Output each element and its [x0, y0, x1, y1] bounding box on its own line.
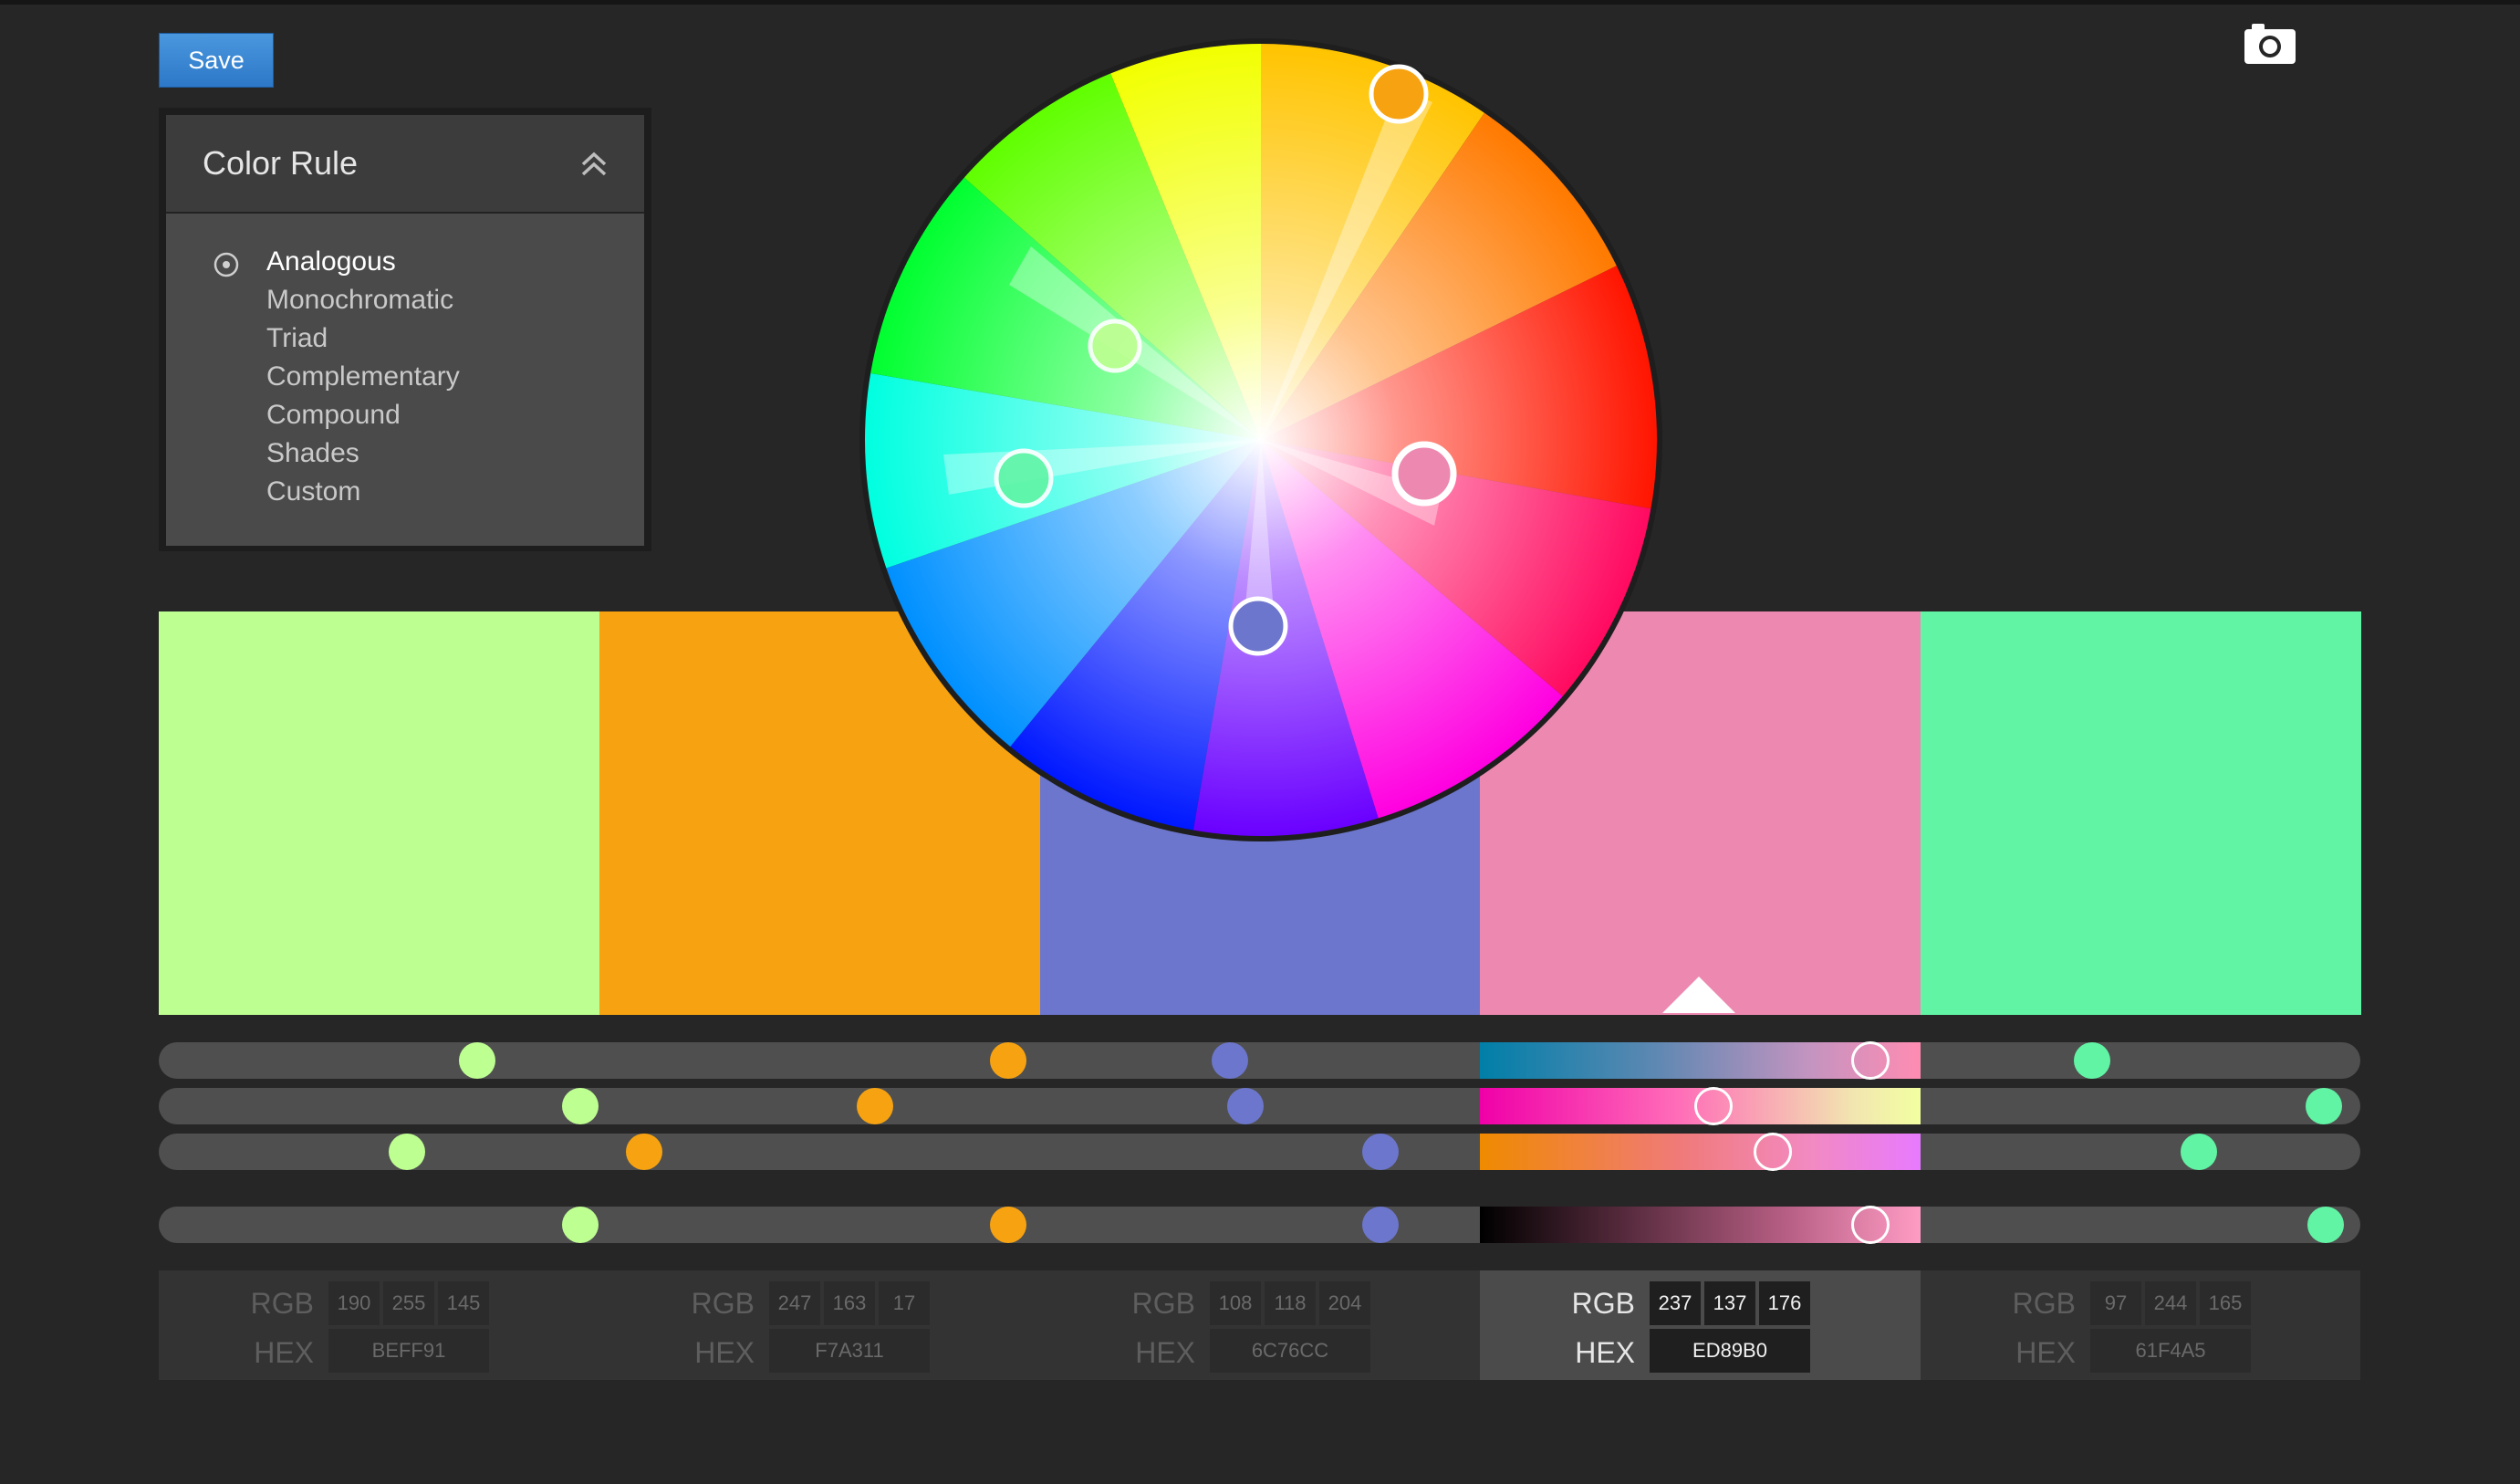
camera-icon[interactable]: [2243, 22, 2297, 66]
top-border: [0, 0, 2520, 5]
slider-handle[interactable]: [1754, 1133, 1792, 1171]
color-rule-title: Color Rule: [203, 144, 359, 182]
hex-label: HEX: [2015, 1336, 2076, 1369]
hex-label: HEX: [1135, 1336, 1195, 1369]
slider-handle[interactable]: [2181, 1134, 2217, 1170]
rgb-label: RGB: [691, 1287, 755, 1320]
color-rule-panel: Color Rule Analogous Monochromatic Triad…: [159, 108, 651, 551]
hex-field[interactable]: ED89B0: [1650, 1329, 1810, 1373]
hex-label: HEX: [694, 1336, 755, 1369]
red-field[interactable]: 190: [328, 1281, 380, 1325]
slider-handle[interactable]: [562, 1088, 599, 1124]
green-field[interactable]: 255: [383, 1281, 434, 1325]
slider-handle[interactable]: [1851, 1041, 1890, 1080]
hex-label: HEX: [254, 1336, 314, 1369]
blue-field[interactable]: 17: [879, 1281, 930, 1325]
rgb-label: RGB: [1131, 1287, 1195, 1320]
hex-field[interactable]: BEFF91: [328, 1329, 489, 1373]
color-swatch[interactable]: [159, 611, 599, 1015]
slider-handle[interactable]: [2306, 1088, 2342, 1124]
slider-handle[interactable]: [857, 1088, 893, 1124]
color-rule-header: Color Rule: [166, 115, 644, 214]
rule-option-label: Shades: [266, 438, 359, 468]
color-values-selected: RGB 237 137 176 HEX ED89B0: [1480, 1270, 1921, 1380]
hex-field[interactable]: F7A311: [769, 1329, 930, 1373]
color-swatch[interactable]: [1921, 611, 2361, 1015]
rule-option-triad[interactable]: Triad: [166, 319, 644, 358]
rule-option-compound[interactable]: Compound: [166, 396, 644, 434]
slider-handle[interactable]: [626, 1134, 662, 1170]
rule-option-label: Complementary: [266, 361, 460, 392]
rule-option-label: Triad: [266, 323, 328, 353]
slider-handle[interactable]: [1362, 1134, 1399, 1170]
slider-handle[interactable]: [990, 1207, 1026, 1243]
value-slider[interactable]: [159, 1207, 2360, 1243]
color-values: RGB 108 118 204 HEX 6C76CC: [1040, 1270, 1481, 1380]
chevron-double-up-icon[interactable]: [578, 148, 609, 179]
rgb-label: RGB: [250, 1287, 314, 1320]
blue-field[interactable]: 204: [1319, 1281, 1370, 1325]
rule-option-label: Analogous: [266, 246, 396, 277]
blue-field[interactable]: 145: [438, 1281, 489, 1325]
slider-handle[interactable]: [990, 1042, 1026, 1079]
radio-selected-icon: [213, 250, 239, 277]
slider-handle[interactable]: [1362, 1207, 1399, 1243]
slider-handle[interactable]: [562, 1207, 599, 1243]
green-field[interactable]: 244: [2145, 1281, 2196, 1325]
green-field[interactable]: 137: [1704, 1281, 1755, 1325]
rule-option-analogous[interactable]: Analogous: [166, 243, 644, 281]
blue-field[interactable]: 165: [2200, 1281, 2251, 1325]
rule-option-shades[interactable]: Shades: [166, 434, 644, 473]
slider-handle[interactable]: [1212, 1042, 1248, 1079]
rule-option-label: Custom: [266, 476, 361, 507]
brightness-gradient: [1480, 1134, 1921, 1170]
red-field[interactable]: 247: [769, 1281, 820, 1325]
hex-label: HEX: [1575, 1336, 1635, 1369]
rule-option-label: Compound: [266, 400, 401, 430]
red-field[interactable]: 108: [1210, 1281, 1261, 1325]
red-field[interactable]: 237: [1650, 1281, 1701, 1325]
color-values: RGB 97 244 165 HEX 61F4A5: [1921, 1270, 2361, 1380]
slider-handle[interactable]: [459, 1042, 495, 1079]
rule-option-label: Monochromatic: [266, 285, 454, 315]
slider-handle[interactable]: [1694, 1087, 1733, 1125]
rule-option-custom[interactable]: Custom: [166, 473, 644, 511]
brightness-slider[interactable]: [159, 1134, 2360, 1170]
rgb-label: RGB: [2012, 1287, 2076, 1320]
green-field[interactable]: 118: [1265, 1281, 1316, 1325]
selected-swatch-indicator: [1662, 977, 1735, 1013]
color-values: RGB 247 163 17 HEX F7A311: [599, 1270, 1040, 1380]
hex-field[interactable]: 6C76CC: [1210, 1329, 1370, 1373]
green-field[interactable]: 163: [824, 1281, 875, 1325]
red-field[interactable]: 97: [2090, 1281, 2141, 1325]
color-values-bar: RGB 190 255 145 HEX BEFF91 RGB 247 163 1…: [159, 1270, 2360, 1380]
slider-handle[interactable]: [389, 1134, 425, 1170]
rule-option-complementary[interactable]: Complementary: [166, 358, 644, 396]
rule-option-monochromatic[interactable]: Monochromatic: [166, 281, 644, 319]
color-values: RGB 190 255 145 HEX BEFF91: [159, 1270, 599, 1380]
slider-handle[interactable]: [1851, 1206, 1890, 1244]
blue-field[interactable]: 176: [1759, 1281, 1810, 1325]
save-button[interactable]: Save: [159, 33, 274, 88]
hex-field[interactable]: 61F4A5: [2090, 1329, 2251, 1373]
slider-handle[interactable]: [2074, 1042, 2110, 1079]
slider-handle[interactable]: [1227, 1088, 1264, 1124]
color-rule-options: Analogous Monochromatic Triad Complement…: [166, 214, 644, 546]
color-wheel[interactable]: [858, 37, 1664, 843]
slider-handle[interactable]: [2307, 1207, 2344, 1243]
rgb-label: RGB: [1571, 1287, 1635, 1320]
